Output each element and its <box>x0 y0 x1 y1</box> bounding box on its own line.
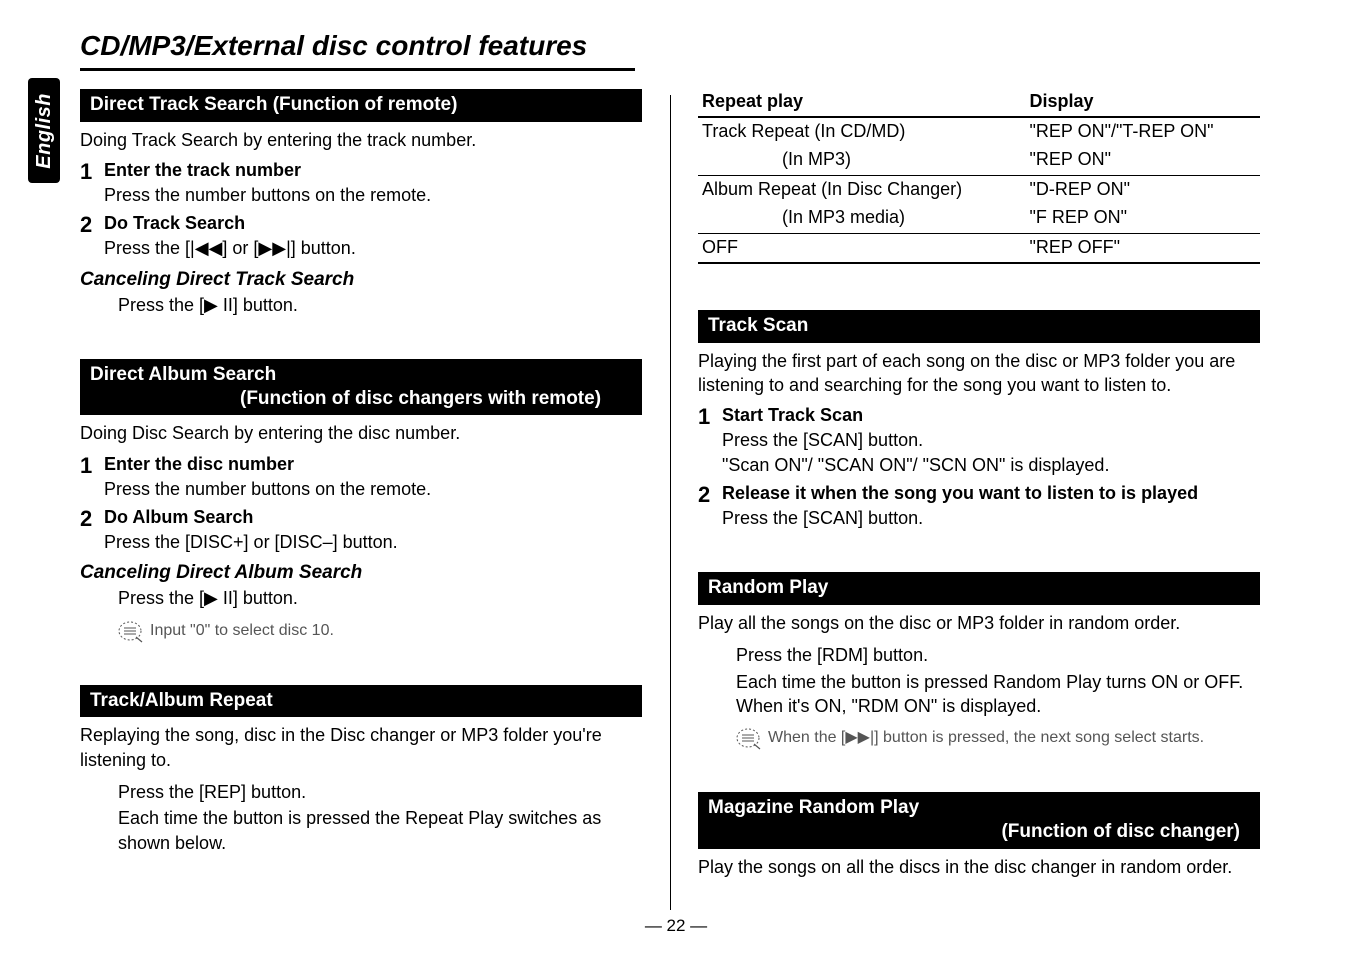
step-title: Do Track Search <box>104 213 642 234</box>
step-number: 1 <box>80 160 104 207</box>
step: 1 Start Track Scan Press the [SCAN] butt… <box>698 405 1260 477</box>
table-cell: (In MP3) <box>698 146 1026 175</box>
step-title: Enter the disc number <box>104 454 642 475</box>
section-desc: Play the songs on all the discs in the d… <box>698 855 1260 879</box>
section-track-scan: Track Scan Playing the first part of eac… <box>698 310 1260 530</box>
step: 1 Enter the disc number Press the number… <box>80 454 642 501</box>
cancel-text: Press the [▶ II] button. <box>118 293 642 317</box>
section-random-play: Random Play Play all the songs on the di… <box>698 572 1260 750</box>
table-cell: "REP ON" <box>1026 146 1260 175</box>
section-desc: Playing the first part of each song on t… <box>698 349 1260 398</box>
cancel-text: Press the [▶ II] button. <box>118 586 642 610</box>
section-header: Track/Album Repeat <box>80 685 642 718</box>
note: When the [▶▶|] button is pressed, the ne… <box>736 728 1260 750</box>
section-header: Direct Album Search (Function of disc ch… <box>80 359 642 416</box>
header-line2: (Function of disc changers with remote) <box>90 387 632 411</box>
step: 2 Do Album Search Press the [DISC+] or [… <box>80 507 642 554</box>
table-cell: (In MP3 media) <box>698 204 1026 233</box>
note-icon <box>736 728 762 750</box>
section-track-album-repeat: Track/Album Repeat Replaying the song, d… <box>80 685 642 855</box>
section-desc: Play all the songs on the disc or MP3 fo… <box>698 611 1260 635</box>
step-number: 1 <box>80 454 104 501</box>
step-number: 2 <box>80 213 104 260</box>
table-cell: "REP ON"/"T-REP ON" <box>1026 117 1260 146</box>
table-cell: "REP OFF" <box>1026 233 1260 263</box>
step-number: 2 <box>80 507 104 554</box>
note-text: When the [▶▶|] button is pressed, the ne… <box>768 728 1204 749</box>
note: Input "0" to select disc 10. <box>118 621 642 643</box>
note-icon <box>118 621 144 643</box>
language-tab-label: English <box>33 93 56 169</box>
step-text: Press the number buttons on the remote. <box>104 183 642 207</box>
step: 2 Do Track Search Press the [|◀◀] or [▶▶… <box>80 213 642 260</box>
header-line2: (Function of disc changer) <box>708 820 1250 844</box>
press-instruction: Press the [RDM] button. <box>736 643 1260 667</box>
section-direct-track-search: Direct Track Search (Function of remote)… <box>80 89 642 317</box>
language-tab: English <box>28 78 60 183</box>
section-desc: Replaying the song, disc in the Disc cha… <box>80 723 642 772</box>
step-number: 1 <box>698 405 722 477</box>
step-text: Press the [DISC+] or [DISC–] button. <box>104 530 642 554</box>
section-desc: Doing Disc Search by entering the disc n… <box>80 421 642 445</box>
section-desc: Doing Track Search by entering the track… <box>80 128 642 152</box>
step-text: Press the [SCAN] button. <box>722 506 1260 530</box>
table-cell: Album Repeat (In Disc Changer) <box>698 175 1026 204</box>
section-direct-album-search: Direct Album Search (Function of disc ch… <box>80 359 642 643</box>
section-header: Random Play <box>698 572 1260 605</box>
table-cell: "F REP ON" <box>1026 204 1260 233</box>
page-title: CD/MP3/External disc control features <box>80 30 635 71</box>
step-text: Press the [|◀◀] or [▶▶|] button. <box>104 236 642 260</box>
section-header: Direct Track Search (Function of remote) <box>80 89 642 122</box>
header-line1: Magazine Random Play <box>708 797 919 818</box>
section-magazine-random-play: Magazine Random Play (Function of disc c… <box>698 792 1260 879</box>
step-title: Do Album Search <box>104 507 642 528</box>
cancel-heading: Canceling Direct Album Search <box>80 562 642 584</box>
table-cell: OFF <box>698 233 1026 263</box>
press-text: Each time the button is pressed the Repe… <box>118 806 642 855</box>
step: 1 Enter the track number Press the numbe… <box>80 160 642 207</box>
header-line1: Direct Album Search <box>90 364 276 385</box>
step-text: Press the [SCAN] button. <box>722 428 1260 452</box>
repeat-play-table: Repeat play Display Track Repeat (In CD/… <box>698 89 1260 264</box>
step-title: Release it when the song you want to lis… <box>722 483 1260 504</box>
table-cell: Track Repeat (In CD/MD) <box>698 117 1026 146</box>
section-header: Magazine Random Play (Function of disc c… <box>698 792 1260 849</box>
step-title: Enter the track number <box>104 160 642 181</box>
table-cell: "D-REP ON" <box>1026 175 1260 204</box>
press-instruction: Press the [REP] button. <box>118 780 642 804</box>
step-text: Press the number buttons on the remote. <box>104 477 642 501</box>
page-number: — 22 — <box>645 916 707 936</box>
step: 2 Release it when the song you want to l… <box>698 483 1260 530</box>
step-text: "Scan ON"/ "SCAN ON"/ "SCN ON" is displa… <box>722 453 1260 477</box>
press-text: Each time the button is pressed Random P… <box>736 670 1260 719</box>
step-title: Start Track Scan <box>722 405 1260 426</box>
step-number: 2 <box>698 483 722 530</box>
cancel-heading: Canceling Direct Track Search <box>80 269 642 291</box>
table-header: Repeat play <box>698 89 1026 117</box>
column-divider <box>670 95 671 910</box>
note-text: Input "0" to select disc 10. <box>150 621 334 642</box>
table-header: Display <box>1026 89 1260 117</box>
section-header: Track Scan <box>698 310 1260 343</box>
